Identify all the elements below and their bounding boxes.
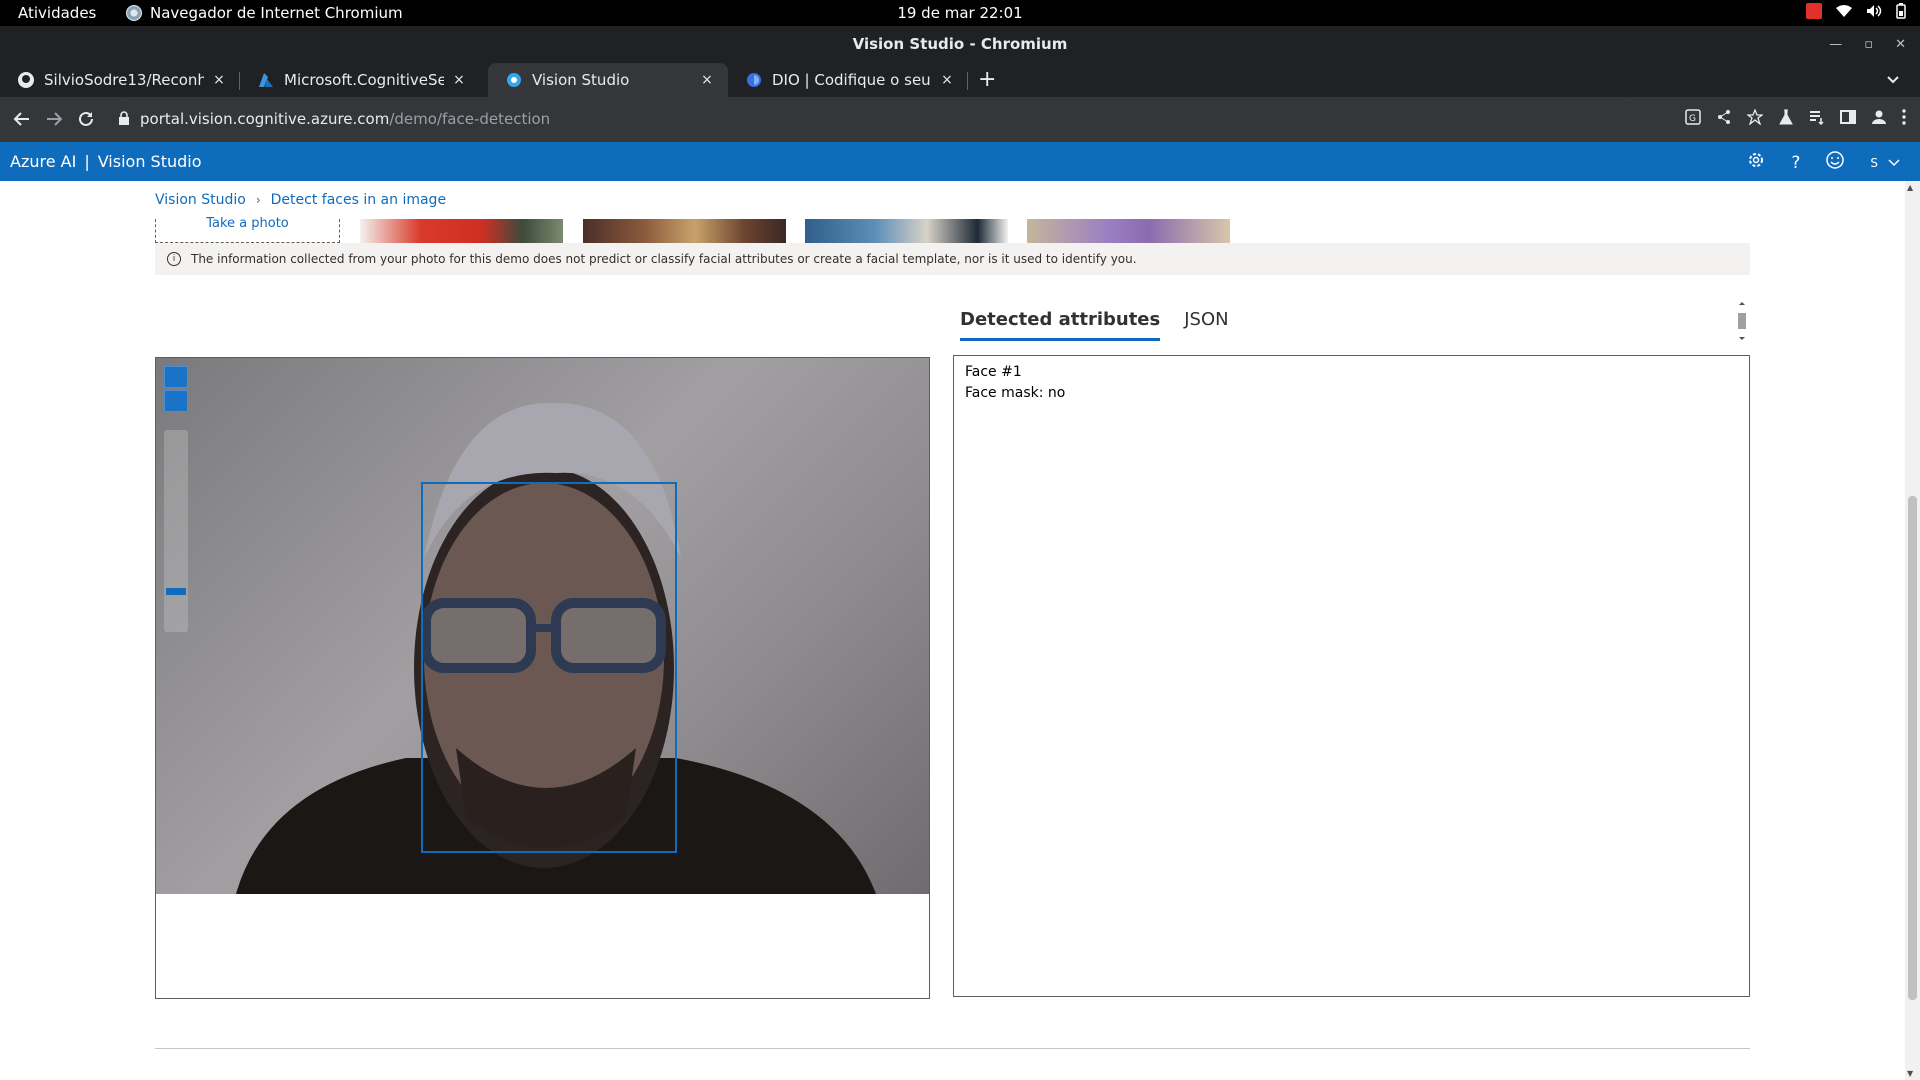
detected-attributes-panel: Face #1 Face mask: no <box>953 355 1750 997</box>
tab-azure[interactable]: Microsoft.CognitiveServi × <box>240 63 480 97</box>
webcam-photo <box>156 358 929 894</box>
breadcrumb-root-link[interactable]: Vision Studio <box>155 192 246 208</box>
take-photo-label: Take a photo <box>206 216 289 231</box>
azure-ai-label[interactable]: Azure AI <box>10 152 76 171</box>
tab-dio[interactable]: DIO | Codifique o seu futu × <box>728 63 968 97</box>
window-title-bar: Vision Studio - Chromium — ▫ ✕ <box>0 26 1920 63</box>
bookmark-star-icon[interactable] <box>1746 108 1764 129</box>
browser-toolbar: portal.vision.cognitive.azure.com/demo/f… <box>0 97 1920 142</box>
tab-vision-studio[interactable]: Vision Studio × <box>488 63 728 97</box>
close-window-icon[interactable]: ✕ <box>1895 26 1906 63</box>
translate-icon[interactable]: G <box>1685 109 1701 129</box>
url-path: /demo/face-detection <box>389 110 551 128</box>
breadcrumb: Vision Studio › Detect faces in an image <box>155 192 446 208</box>
close-tab-icon[interactable]: × <box>450 72 468 88</box>
user-initial: S <box>1870 155 1878 170</box>
privacy-info-bar: i The information collected from your ph… <box>155 243 1750 275</box>
volume-icon <box>1867 5 1882 17</box>
app-menu[interactable]: Navegador de Internet Chromium <box>126 4 403 22</box>
image-preview-panel <box>155 357 930 999</box>
forward-icon[interactable] <box>42 107 66 131</box>
activities-button[interactable]: Atividades <box>18 4 96 22</box>
page-scrollbar-thumb[interactable] <box>1908 496 1917 1000</box>
help-icon[interactable]: ? <box>1791 153 1800 173</box>
back-icon[interactable] <box>10 107 34 131</box>
close-tab-icon[interactable]: × <box>938 72 956 88</box>
page-scrollbar[interactable]: ▲ ▼ <box>1905 181 1920 1080</box>
scroll-down-icon[interactable]: ▼ <box>1907 1069 1913 1078</box>
results-tabs: Detected attributes JSON <box>960 309 1229 341</box>
sample-image-thumbnail[interactable] <box>805 219 1008 243</box>
brand-separator: | <box>84 152 90 171</box>
privacy-info-text: The information collected from your phot… <box>191 252 1137 266</box>
experiments-icon[interactable] <box>1778 109 1794 129</box>
vision-studio-label[interactable]: Vision Studio <box>98 152 202 171</box>
face-mask-result: Face mask: no <box>965 385 1066 401</box>
chevron-right-icon: › <box>255 193 261 207</box>
tab-strip: SilvioSodre13/Reconheci × Microsoft.Cogn… <box>0 63 1920 97</box>
breadcrumb-current[interactable]: Detect faces in an image <box>271 192 446 208</box>
azure-brand[interactable]: Azure AI | Vision Studio <box>10 152 202 171</box>
tab-detected-attributes[interactable]: Detected attributes <box>960 309 1161 341</box>
sample-image-thumbnail[interactable] <box>583 219 786 243</box>
minimize-icon[interactable]: — <box>1829 26 1842 63</box>
azure-header: Azure AI | Vision Studio ? S <box>0 142 1920 181</box>
browser-menu-icon[interactable] <box>1902 109 1906 129</box>
tab-title: DIO | Codifique o seu futu <box>772 71 932 89</box>
face-label: Face #1 <box>965 364 1022 380</box>
tab-title: SilvioSodre13/Reconheci <box>44 71 204 89</box>
vision-studio-icon <box>506 72 522 88</box>
tab-search-icon[interactable] <box>1886 71 1900 90</box>
dio-icon <box>746 72 762 88</box>
system-tray[interactable] <box>1806 3 1906 19</box>
tab-title: Microsoft.CognitiveServi <box>284 71 444 89</box>
tab-github[interactable]: SilvioSodre13/Reconheci × <box>0 63 240 97</box>
share-icon[interactable] <box>1716 109 1732 129</box>
tabs-scrollbar[interactable] <box>1735 299 1749 343</box>
chromium-icon <box>126 5 142 21</box>
account-menu[interactable]: S <box>1870 156 1900 170</box>
lock-icon[interactable] <box>118 110 130 129</box>
sample-image-thumbnail[interactable] <box>360 219 563 243</box>
tab-json[interactable]: JSON <box>1184 309 1228 341</box>
section-divider <box>155 1048 1750 1049</box>
profile-icon[interactable] <box>1871 109 1887 129</box>
info-icon: i <box>167 252 181 266</box>
feedback-smiley-icon[interactable] <box>1826 151 1845 174</box>
zoom-out-button[interactable] <box>164 390 188 412</box>
maximize-icon[interactable]: ▫ <box>1864 26 1873 63</box>
address-bar[interactable]: portal.vision.cognitive.azure.com/demo/f… <box>108 102 1638 136</box>
os-top-bar: Atividades Navegador de Internet Chromiu… <box>0 0 1920 26</box>
app-name: Navegador de Internet Chromium <box>150 4 403 22</box>
azure-icon <box>258 72 274 88</box>
url-host: portal.vision.cognitive.azure.com <box>140 110 390 128</box>
window-title: Vision Studio - Chromium <box>852 35 1068 53</box>
face-bounding-box[interactable] <box>421 482 677 853</box>
battery-icon <box>1896 3 1906 19</box>
zoom-in-button[interactable] <box>164 366 188 388</box>
url-text: portal.vision.cognitive.azure.com/demo/f… <box>140 110 550 128</box>
close-tab-icon[interactable]: × <box>698 72 716 88</box>
screen-record-icon[interactable] <box>1806 3 1822 19</box>
page-content: Vision Studio › Detect faces in an image… <box>0 181 1905 1080</box>
svg-text:G: G <box>1689 114 1696 124</box>
reading-list-icon[interactable] <box>1809 109 1825 129</box>
tab-title: Vision Studio <box>532 71 630 89</box>
settings-gear-icon[interactable] <box>1747 151 1765 174</box>
chevron-down-icon <box>1888 158 1900 166</box>
wifi-icon <box>1836 5 1852 17</box>
zoom-slider-handle[interactable] <box>166 588 186 595</box>
zoom-controls <box>164 366 188 414</box>
reload-icon[interactable] <box>74 107 98 131</box>
close-tab-icon[interactable]: × <box>210 72 228 88</box>
scroll-up-icon[interactable]: ▲ <box>1907 183 1913 192</box>
sample-image-thumbnail[interactable] <box>1027 219 1230 243</box>
github-icon <box>18 72 34 88</box>
side-panel-icon[interactable] <box>1840 109 1856 129</box>
take-photo-button[interactable]: Take a photo <box>155 216 340 243</box>
new-tab-button[interactable]: + <box>978 67 996 92</box>
zoom-slider[interactable] <box>164 430 188 632</box>
